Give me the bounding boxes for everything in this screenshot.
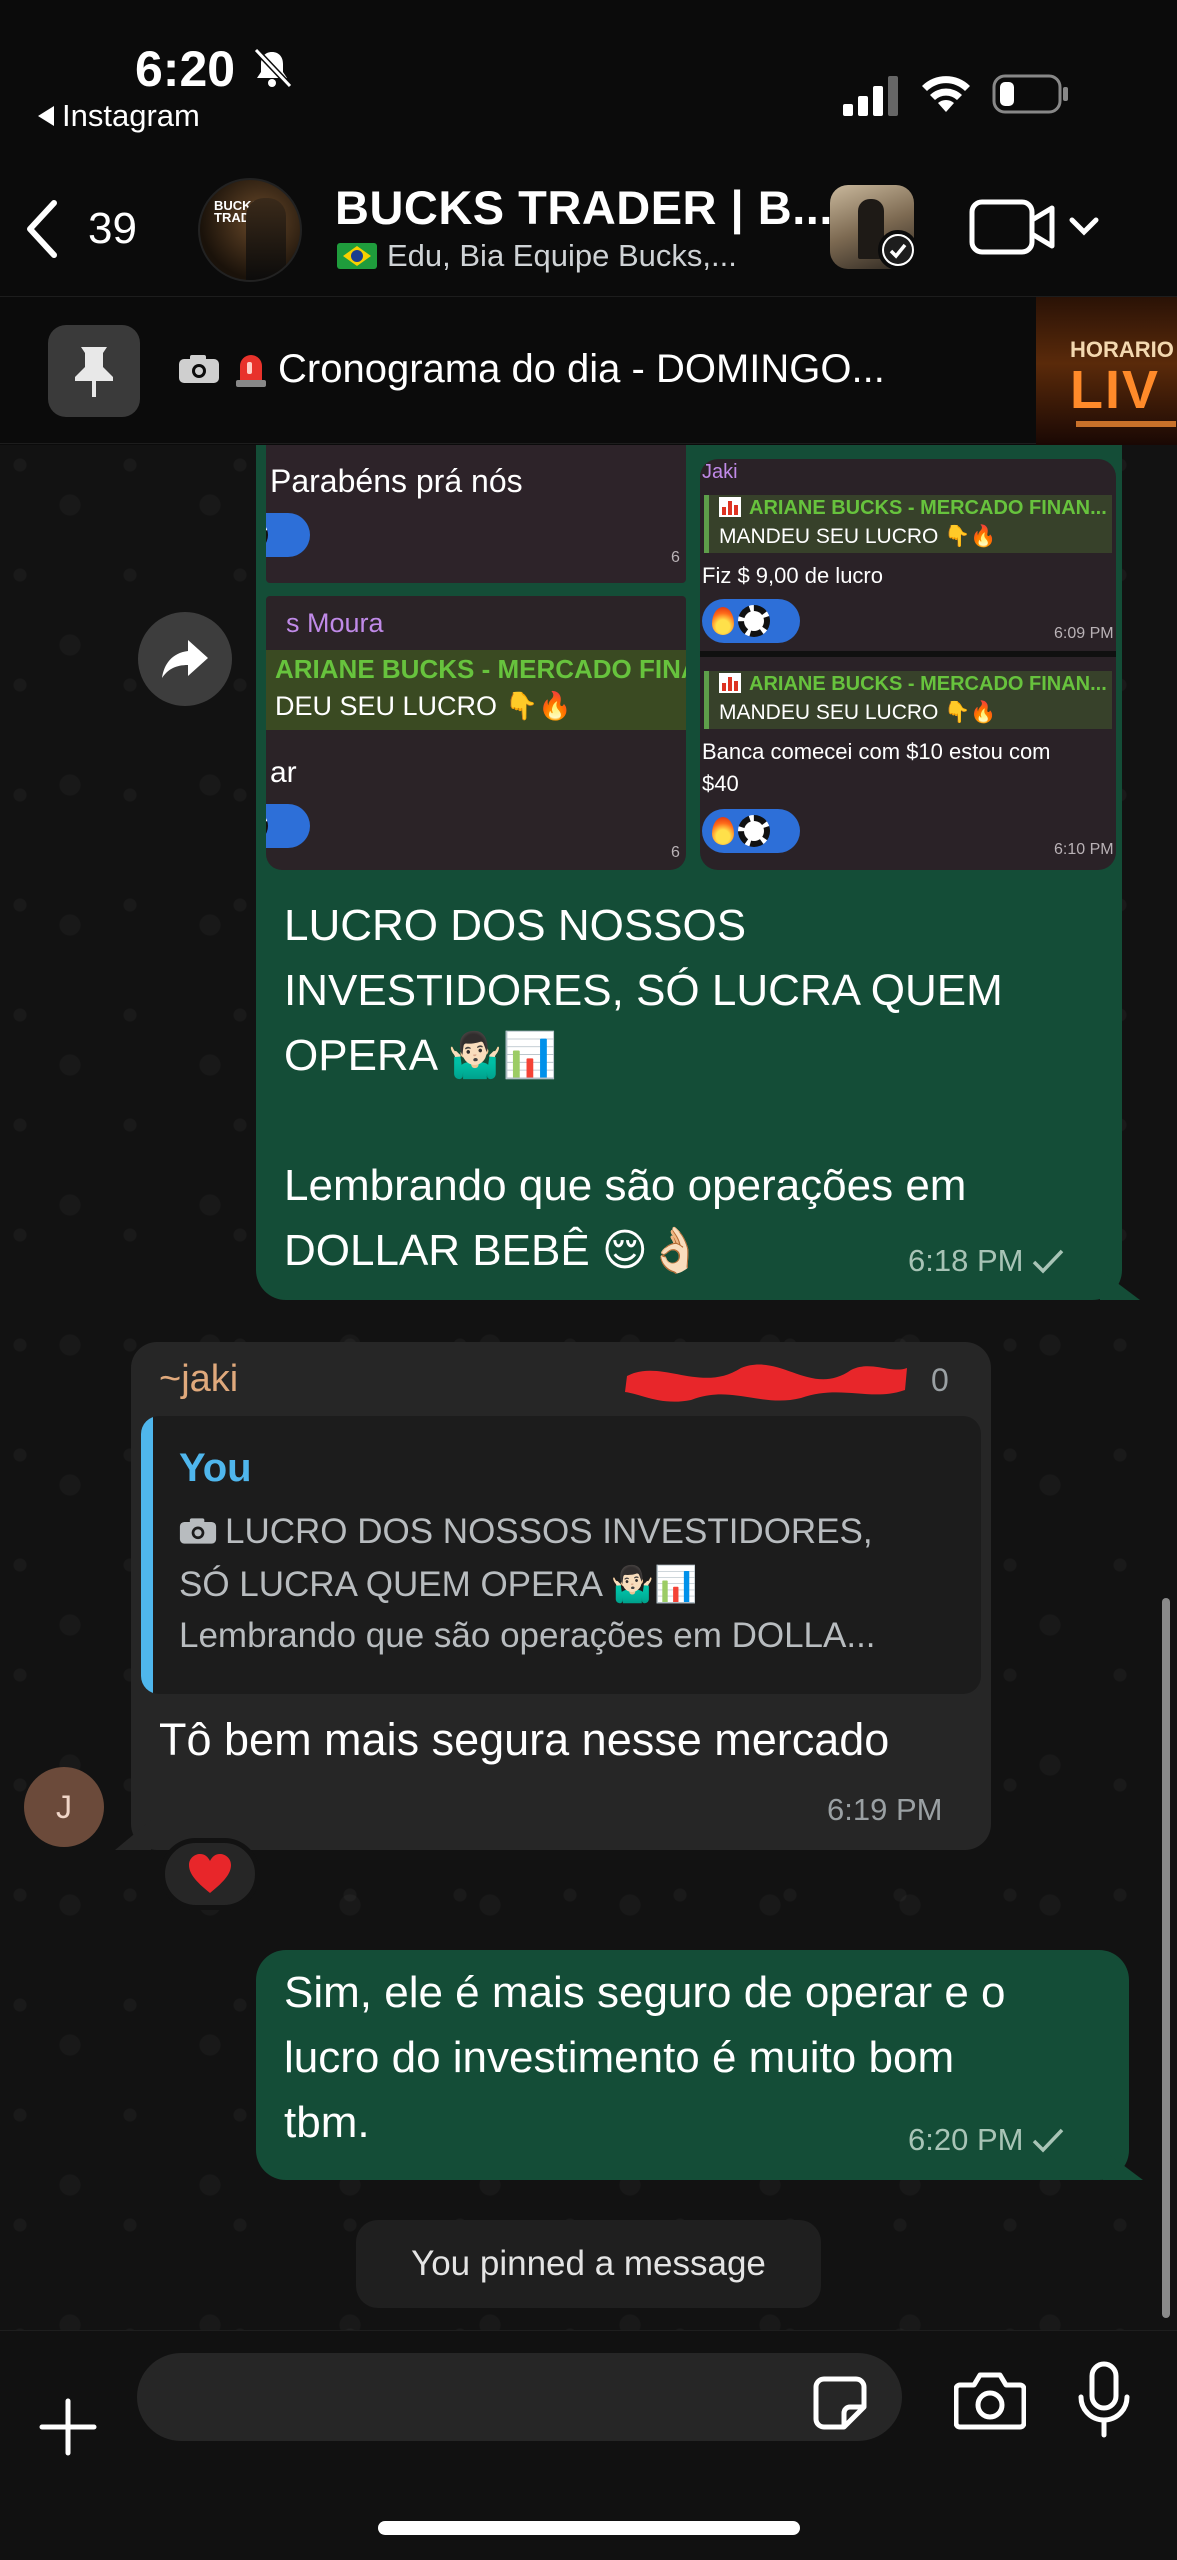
battery-icon bbox=[992, 74, 1068, 114]
image-pane-right[interactable]: Jaki ARIANE BUCKS - MERCADO FINAN... MAN… bbox=[700, 459, 1116, 870]
pane-time: 6:09 PM bbox=[1054, 625, 1114, 642]
pinned-thumbnail[interactable]: HORARIO LIV bbox=[1036, 297, 1177, 445]
forward-button[interactable] bbox=[138, 612, 232, 706]
pinned-message-text: Cronograma do dia - DOMINGO... bbox=[178, 347, 885, 392]
sticker-icon[interactable] bbox=[810, 2373, 870, 2433]
quote-text: DEU SEU LUCRO 👇🔥 bbox=[275, 691, 572, 721]
pinned-message-bar[interactable]: Cronograma do dia - DOMINGO... HORARIO L… bbox=[0, 296, 1177, 445]
outgoing-text-message[interactable]: Sim, ele é mais seguro de operar e o luc… bbox=[256, 1950, 1143, 2180]
quote-title: ARIANE BUCKS - MERCADO FINA bbox=[275, 654, 686, 684]
message-text: Tô bem mais segura nesse mercado bbox=[159, 1714, 890, 1765]
pane-text: $40 bbox=[702, 771, 739, 796]
group-members[interactable]: Edu, Bia Equipe Bucks,... bbox=[337, 238, 737, 274]
image-pane-left-bottom[interactable]: s Moura ARIANE BUCKS - MERCADO FINA DEU … bbox=[266, 596, 686, 870]
brazil-flag-icon bbox=[337, 243, 377, 269]
incoming-reply-message[interactable]: ~jaki 0 You LUCRO DOS NOSSOS INVESTIDORE… bbox=[115, 1342, 991, 1850]
redaction-scribble bbox=[625, 1364, 907, 1402]
quoted-line: LUCRO DOS NOSSOS INVESTIDORES, bbox=[179, 1512, 873, 1552]
composer-bar bbox=[0, 2330, 1177, 2560]
back-app-label: Instagram bbox=[62, 98, 200, 133]
message-input[interactable] bbox=[137, 2353, 902, 2441]
pane-text: ar bbox=[270, 756, 297, 789]
pin-button[interactable] bbox=[48, 325, 140, 417]
quote-text: MANDEU SEU LUCRO 👇🔥 bbox=[719, 701, 997, 724]
pane-text: Parabéns prá nós bbox=[270, 463, 523, 499]
back-to-app-link[interactable]: Instagram bbox=[38, 98, 200, 134]
share-icon bbox=[162, 640, 208, 678]
reaction-pill bbox=[266, 513, 310, 557]
back-button[interactable]: 39 bbox=[22, 196, 172, 262]
quoted-line: SÓ LUCRA QUEM OPERA 🤷🏻‍♂️📊 bbox=[179, 1565, 698, 1604]
reaction-pill bbox=[266, 804, 310, 848]
pin-icon bbox=[75, 347, 113, 397]
quoted-line: Lembrando que são operações em DOLLA... bbox=[179, 1616, 876, 1655]
pane-time: 6 bbox=[671, 844, 680, 861]
quote-text: MANDEU SEU LUCRO 👇🔥 bbox=[719, 525, 997, 548]
quote-title: ARIANE BUCKS - MERCADO FINAN... bbox=[719, 673, 1107, 696]
siren-icon bbox=[236, 355, 266, 387]
back-chevron-icon bbox=[27, 200, 57, 258]
group-members-text: Edu, Bia Equipe Bucks,... bbox=[387, 238, 737, 273]
sender-phone-suffix: 0 bbox=[931, 1362, 949, 1398]
chevron-down-icon bbox=[1069, 217, 1099, 236]
pane-text: Fiz $ 9,00 de lucro bbox=[702, 563, 883, 588]
video-call-button[interactable] bbox=[968, 196, 1118, 258]
group-avatar[interactable]: BUCKS TRADER bbox=[198, 178, 302, 282]
avatar-figure bbox=[246, 198, 286, 280]
outgoing-media-message[interactable]: Parabéns prá nós 6 s Moura ARIANE BUCKS … bbox=[256, 445, 1140, 1300]
pane-sender: Jaki bbox=[702, 461, 738, 483]
pane-time: 6:10 PM bbox=[1054, 841, 1114, 858]
quoted-author: You bbox=[179, 1446, 252, 1490]
home-indicator[interactable] bbox=[378, 2521, 800, 2535]
mic-icon[interactable] bbox=[1076, 2361, 1132, 2439]
bell-slash-icon bbox=[253, 47, 293, 89]
pinned-text-label: Cronograma do dia - DOMINGO... bbox=[278, 347, 885, 391]
message-text: LUCRO DOS NOSSOS INVESTIDORES, SÓ LUCRA … bbox=[284, 901, 1003, 1275]
message-reaction[interactable] bbox=[160, 1838, 260, 1910]
checkmark-icon bbox=[1033, 1249, 1064, 1274]
checkmark-icon bbox=[1033, 2128, 1064, 2153]
wifi-icon bbox=[922, 76, 970, 112]
reaction-pill bbox=[702, 599, 800, 643]
plus-icon[interactable] bbox=[36, 2395, 100, 2459]
message-time: 6:18 PM bbox=[908, 1243, 1065, 1279]
member-check-icon bbox=[878, 230, 918, 270]
pane-quote: ARIANE BUCKS - MERCADO FINAN... MANDEU S… bbox=[704, 671, 1112, 729]
camera-icon[interactable] bbox=[954, 2369, 1026, 2431]
pane-quote: ARIANE BUCKS - MERCADO FINA DEU SEU LUCR… bbox=[266, 650, 686, 730]
sender-avatar[interactable]: J bbox=[24, 1767, 104, 1847]
video-call-icon bbox=[969, 199, 1055, 255]
quoted-message[interactable]: You LUCRO DOS NOSSOS INVESTIDORES, SÓ LU… bbox=[141, 1416, 981, 1694]
pane-quote: ARIANE BUCKS - MERCADO FINAN... MANDEU S… bbox=[704, 495, 1112, 553]
system-notice: You pinned a message bbox=[356, 2220, 821, 2308]
reaction-pill bbox=[702, 809, 800, 853]
camera-icon bbox=[179, 355, 219, 383]
status-time: 6:20 bbox=[135, 41, 236, 97]
pane-sender: s Moura bbox=[286, 608, 384, 638]
pane-time: 6 bbox=[671, 549, 680, 566]
camera-icon bbox=[179, 1518, 217, 1544]
message-text: Sim, ele é mais seguro de operar e o luc… bbox=[284, 1968, 1006, 2147]
message-time: 6:19 PM bbox=[827, 1792, 943, 1827]
quote-title: ARIANE BUCKS - MERCADO FINAN... bbox=[719, 497, 1107, 520]
image-pane-left-top[interactable]: Parabéns prá nós 6 bbox=[266, 445, 686, 583]
heart-icon bbox=[189, 1854, 231, 1893]
group-title[interactable]: BUCKS TRADER | B... bbox=[335, 180, 833, 235]
sender-name[interactable]: ~jaki bbox=[159, 1358, 238, 1401]
scrollbar[interactable] bbox=[1162, 1598, 1170, 2318]
thumb-subtitle: LIV bbox=[1070, 360, 1161, 420]
unread-count: 39 bbox=[88, 204, 137, 253]
signal-icon bbox=[843, 76, 898, 116]
message-time: 6:20 PM bbox=[908, 2122, 1065, 2158]
pane-text: Banca comecei com $10 estou com bbox=[702, 739, 1051, 764]
